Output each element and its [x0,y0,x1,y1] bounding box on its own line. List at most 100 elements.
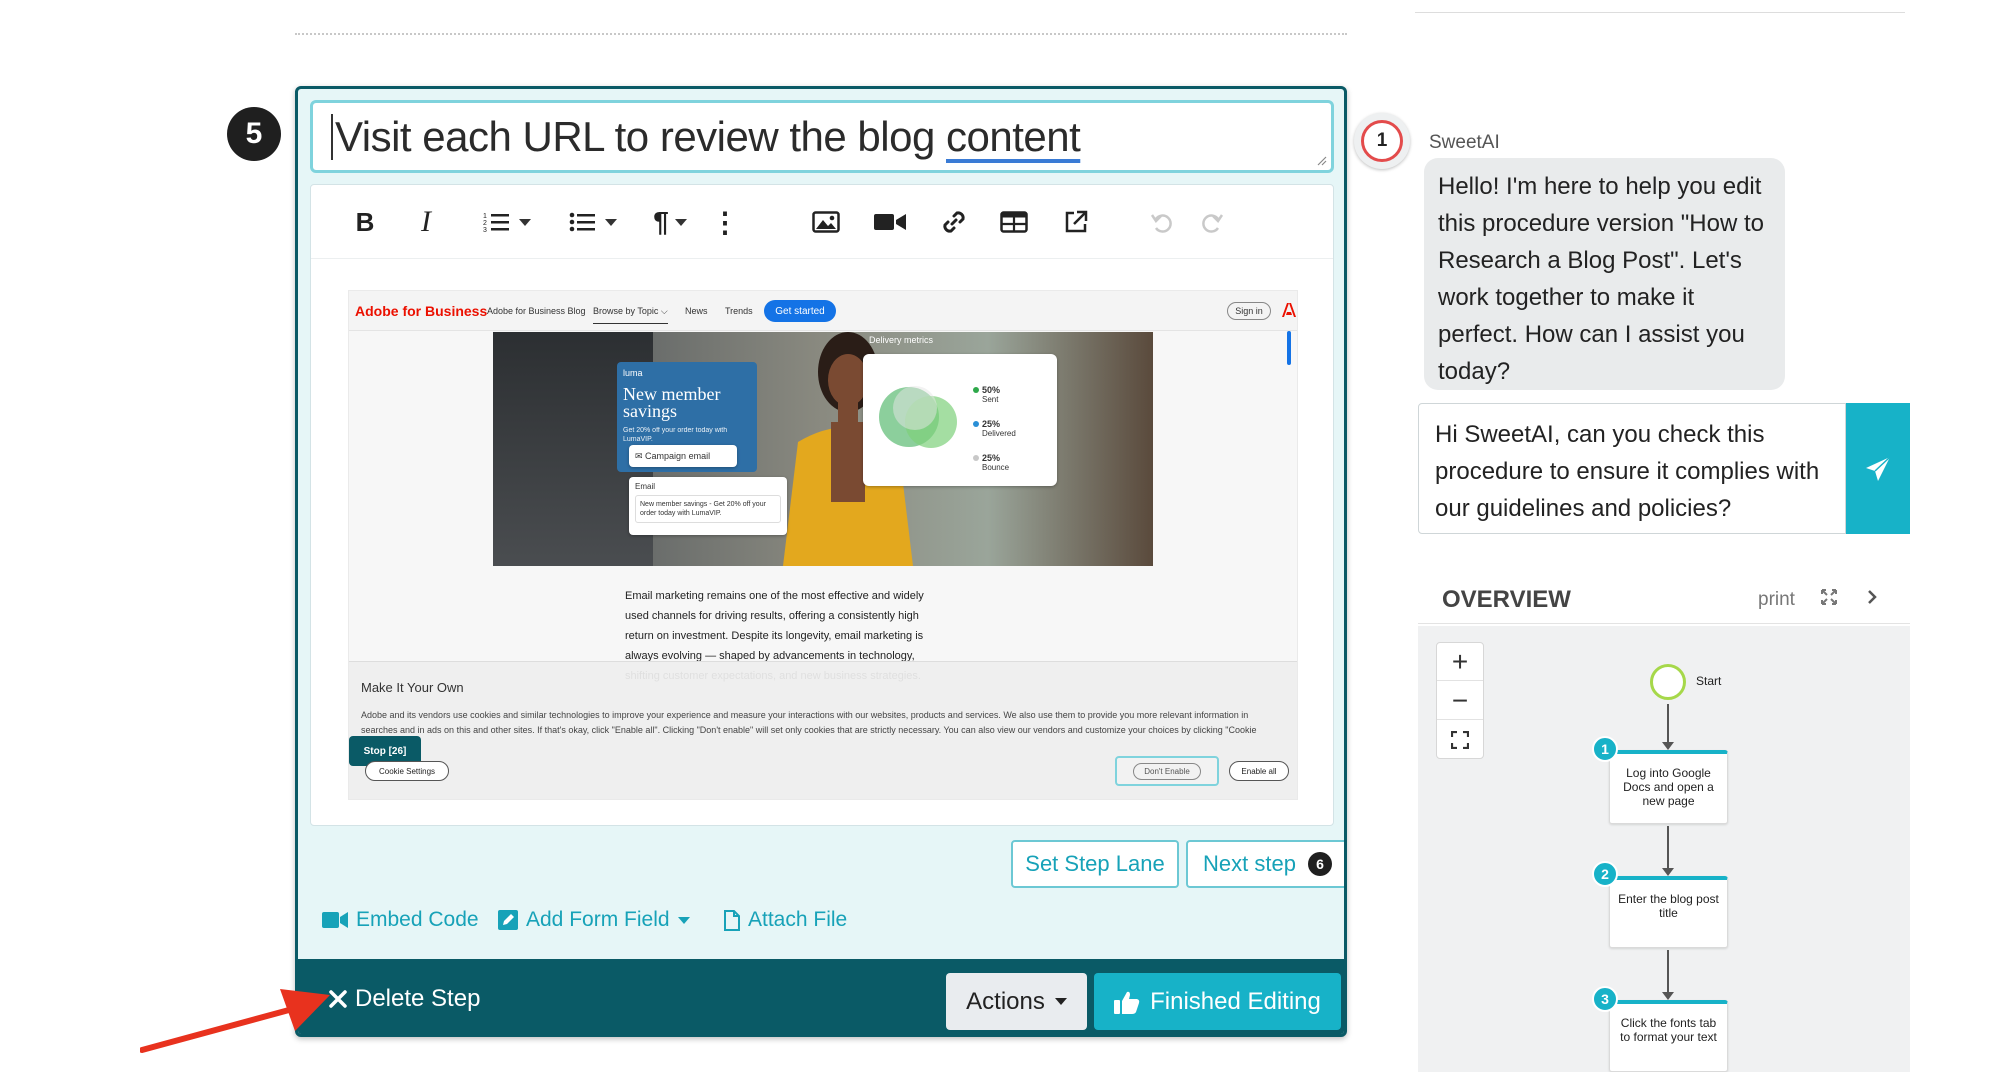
svg-text:1: 1 [483,213,487,220]
overview-flow-canvas[interactable]: + − Start Log into Google Docs and open … [1418,626,1910,1072]
flow-start-label: Start [1696,674,1722,688]
hero-headline: New member savings [623,384,721,421]
next-step-number-badge: 6 [1307,852,1332,876]
delete-step-button[interactable]: Delete Step [329,981,480,1017]
edit-square-icon [498,910,518,930]
external-link-icon[interactable] [1061,205,1091,239]
metric-item: 50% Sent [973,386,1000,404]
add-form-field-label: Add Form Field [526,908,670,931]
send-button[interactable] [1846,403,1910,534]
image-icon[interactable] [811,205,841,239]
assistant-message-bubble: Hello! I'm here to help you edit this pr… [1424,158,1785,390]
set-step-lane-button[interactable]: Set Step Lane [1011,840,1179,888]
flow-step-number: 2 [1592,861,1618,887]
hero-brand: luma [623,368,643,378]
paragraph-icon[interactable]: ¶ [647,205,693,239]
embed-code-button[interactable]: Embed Code [322,904,479,936]
resize-grip-icon[interactable] [1315,154,1327,166]
file-icon [724,909,740,931]
adobe-logo: Adobe for Business [355,303,488,319]
editor-footer-bar: Delete Step Actions Finished Editing [298,959,1344,1034]
flow-connector [1667,950,1669,994]
redo-icon[interactable] [1197,205,1227,239]
svg-text:2: 2 [483,220,487,227]
hero-email-label: Email [635,482,656,491]
zoom-out-button[interactable]: − [1437,682,1483,720]
zoom-in-button[interactable]: + [1437,643,1483,681]
chat-input[interactable]: Hi SweetAI, can you check this procedure… [1418,403,1846,534]
embedded-nav-link: Browse by Topic ⌵ [593,306,668,324]
dont-enable-button: Don't Enable [1115,756,1219,786]
expand-icon[interactable] [1820,588,1838,606]
flow-step-number: 1 [1592,736,1618,762]
flow-step-node[interactable]: Log into Google Docs and open a new page [1609,750,1728,824]
text-caret [331,113,333,160]
hero-email-card: Email New member savings - Get 20% off y… [629,477,787,535]
flow-arrow-icon [1662,992,1674,1000]
flow-connector [1667,826,1669,870]
chevron-down-icon [519,218,531,226]
embedded-nav-bar: Adobe for Business Adobe for Business Bl… [349,291,1297,331]
flow-start-node[interactable] [1650,664,1686,700]
flow-connector [1667,704,1669,744]
step-title-text: Visit each URL to review the blog [335,112,946,160]
cookie-settings-button: Cookie Settings [365,761,449,781]
more-icon[interactable]: ⋮ [711,205,739,239]
finished-editing-label: Finished Editing [1150,987,1321,1015]
flow-arrow-icon [1662,742,1674,750]
dont-enable-label: Don't Enable [1133,762,1201,780]
overview-title: OVERVIEW [1442,586,1571,613]
flow-step-number: 3 [1592,986,1618,1012]
chevron-down-icon [605,218,617,226]
step-title-input[interactable]: Visit each URL to review the blog conten… [310,100,1334,173]
actions-label: Actions [966,987,1045,1015]
embedded-scroll-indicator [1287,331,1291,365]
svg-text:3: 3 [483,227,487,233]
comment-count-badge[interactable]: 1 [1354,113,1410,169]
chevron-down-icon [674,218,687,226]
chevron-down-icon [1054,998,1067,1005]
finished-editing-button[interactable]: Finished Editing [1094,973,1341,1030]
hero-email-text: New member savings - Get 20% off your or… [635,495,781,523]
step-number-badge: 5 [227,107,281,161]
bullet-list-icon[interactable] [563,205,623,239]
rich-text-editor[interactable]: B I 123 ¶ ⋮ Adobe for Business Adobe for… [310,184,1334,826]
undo-icon[interactable] [1147,205,1177,239]
actions-dropdown-button[interactable]: Actions [946,973,1087,1030]
link-icon[interactable] [939,205,969,239]
bold-icon[interactable]: B [353,205,377,239]
cookie-title: Make It Your Own [361,680,464,695]
flow-step-node[interactable]: Click the fonts tab to format your text [1609,1000,1728,1072]
cookie-text: Adobe and its vendors use cookies and si… [361,710,1257,750]
assistant-name: SweetAI [1429,132,1500,153]
embedded-cta-button: Get started [764,300,836,322]
ordered-list-icon[interactable]: 123 [477,205,537,239]
flow-step-node[interactable]: Enter the blog post title [1609,876,1728,948]
add-form-field-button[interactable]: Add Form Field [498,904,690,936]
italic-icon[interactable]: I [414,205,438,239]
chevron-right-icon[interactable] [1866,588,1878,606]
video-icon[interactable] [873,205,907,239]
attach-file-label: Attach File [748,908,848,931]
next-step-label: Next step [1203,851,1296,876]
next-step-button[interactable]: Next step 6 [1186,840,1344,888]
editor-toolbar: B I 123 ¶ ⋮ [311,185,1333,259]
metric-item: 25% Bounce [973,454,1009,472]
overview-print-link[interactable]: print [1758,589,1795,611]
embedded-nav-link: Trends [725,306,753,316]
attach-file-button[interactable]: Attach File [724,904,847,936]
step-title-spellcheck-word: content [946,112,1081,160]
fit-view-button[interactable] [1437,721,1483,759]
annotation-arrow-icon [140,989,330,1053]
enable-all-button: Enable all [1229,761,1289,781]
table-icon[interactable] [999,205,1029,239]
fit-screen-icon [1451,731,1469,749]
section-divider [295,33,1347,35]
chevron-down-icon [677,916,690,924]
metrics-title: Delivery metrics [869,335,934,345]
embedded-signin-button: Sign in [1227,302,1271,320]
paper-plane-icon [1866,455,1891,481]
thumbs-up-icon [1114,991,1140,1014]
panel-divider [1415,12,1905,13]
embedded-hero-image: luma New member savings Get 20% off your… [493,332,1153,566]
